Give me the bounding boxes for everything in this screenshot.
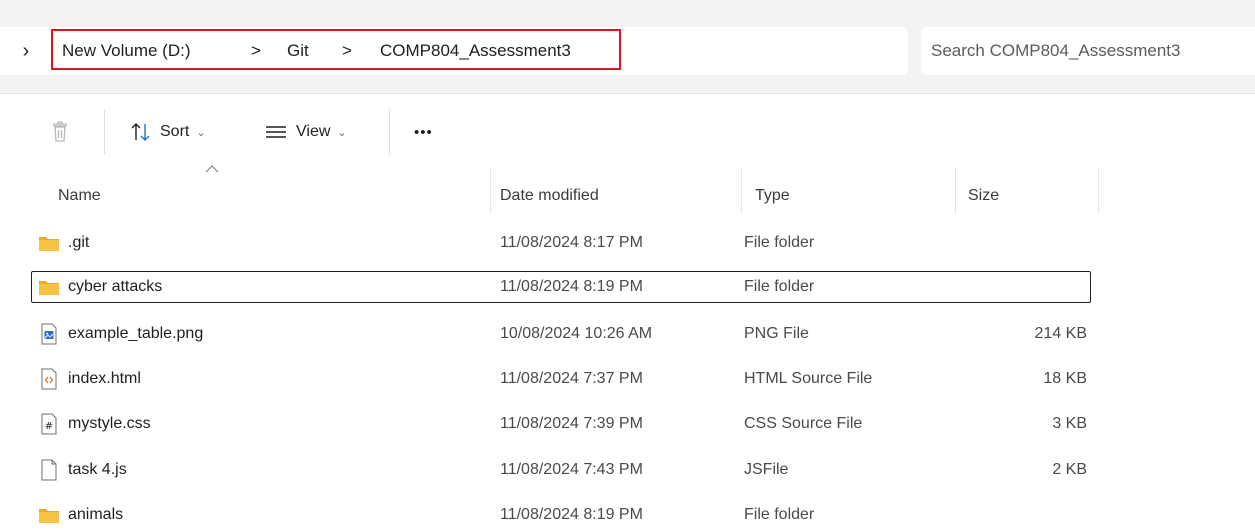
divider: [0, 93, 1255, 94]
search-input[interactable]: Search COMP804_Assessment3: [921, 27, 1255, 75]
view-button[interactable]: View ⌄: [264, 114, 347, 150]
image-file-icon: [41, 323, 57, 345]
search-placeholder: Search COMP804_Assessment3: [931, 41, 1181, 60]
file-type: File folder: [744, 278, 815, 295]
breadcrumb-separator: >: [251, 41, 261, 60]
file-size: 18 KB: [1043, 370, 1087, 387]
file-date: 11/08/2024 7:43 PM: [500, 461, 643, 478]
file-date: 10/08/2024 10:26 AM: [500, 325, 653, 342]
table-row[interactable]: # mystyle.css 11/08/2024 7:39 PM CSS Sou…: [31, 408, 1091, 440]
trash-icon: [53, 121, 67, 142]
view-lines-icon: [266, 126, 286, 138]
table-row[interactable]: animals 11/08/2024 8:19 PM File folder: [31, 499, 1091, 531]
svg-text:#: #: [45, 421, 53, 432]
toolbar-divider: [389, 110, 390, 154]
column-divider[interactable]: [955, 168, 956, 214]
file-type: CSS Source File: [744, 415, 863, 432]
chevron-right-icon[interactable]: ›: [14, 39, 38, 63]
breadcrumb-item-drive[interactable]: New Volume (D:): [62, 38, 190, 64]
file-date: 11/08/2024 7:37 PM: [500, 370, 643, 387]
folder-icon: [39, 237, 59, 251]
file-date: 11/08/2024 7:39 PM: [500, 415, 643, 432]
view-label: View: [296, 123, 331, 140]
column-header-type[interactable]: Type: [755, 184, 790, 208]
file-type: JSFile: [744, 461, 789, 478]
more-options-button[interactable]: •••: [414, 114, 433, 150]
html-file-icon: [41, 368, 57, 390]
file-date: 11/08/2024 8:17 PM: [500, 234, 643, 251]
file-date: 11/08/2024 8:19 PM: [500, 278, 643, 295]
sort-arrows-icon: [131, 123, 150, 141]
table-row[interactable]: index.html 11/08/2024 7:37 PM HTML Sourc…: [31, 363, 1091, 395]
file-name: mystyle.css: [68, 415, 151, 432]
table-row[interactable]: example_table.png 10/08/2024 10:26 AM PN…: [31, 318, 1091, 350]
sort-label: Sort: [160, 123, 190, 140]
table-row[interactable]: cyber attacks 11/08/2024 8:19 PM File fo…: [31, 271, 1091, 303]
file-type: File folder: [744, 234, 815, 251]
file-name: task 4.js: [68, 461, 127, 478]
column-divider[interactable]: [490, 168, 491, 214]
file-name: index.html: [68, 370, 141, 387]
column-header-name[interactable]: Name: [58, 184, 101, 208]
table-row[interactable]: .git 11/08/2024 8:17 PM File folder: [31, 227, 1091, 259]
folder-icon: [39, 281, 59, 295]
file-name: cyber attacks: [68, 278, 163, 295]
sort-button[interactable]: Sort ⌄: [130, 114, 206, 150]
file-name: .git: [68, 234, 90, 251]
ellipsis-icon: •••: [414, 123, 433, 141]
column-header-date[interactable]: Date modified: [500, 184, 599, 208]
blank-file-icon: [41, 459, 57, 481]
file-size: 3 KB: [1052, 415, 1087, 432]
chevron-down-icon: ⌄: [337, 126, 347, 139]
file-type: File folder: [744, 506, 815, 523]
column-header-size[interactable]: Size: [968, 184, 999, 208]
file-size: 214 KB: [1034, 325, 1087, 342]
file-name: example_table.png: [68, 325, 204, 342]
breadcrumb-item-folder[interactable]: COMP804_Assessment3: [380, 38, 571, 64]
css-file-icon: #: [41, 413, 57, 435]
table-row[interactable]: task 4.js 11/08/2024 7:43 PM JSFile 2 KB: [31, 454, 1091, 486]
chevron-down-icon: ⌄: [196, 126, 206, 139]
breadcrumb-separator: >: [342, 41, 352, 60]
file-size: 2 KB: [1052, 461, 1087, 478]
column-divider[interactable]: [741, 168, 742, 214]
column-divider[interactable]: [1098, 168, 1099, 214]
breadcrumb-item-git[interactable]: Git: [287, 38, 309, 64]
file-name: animals: [68, 506, 124, 523]
file-type: HTML Source File: [744, 370, 873, 387]
file-date: 11/08/2024 8:19 PM: [500, 506, 643, 523]
toolbar-divider: [104, 110, 105, 154]
file-type: PNG File: [744, 325, 809, 342]
delete-button[interactable]: [47, 114, 73, 150]
sort-caret-up-icon: [205, 165, 219, 173]
